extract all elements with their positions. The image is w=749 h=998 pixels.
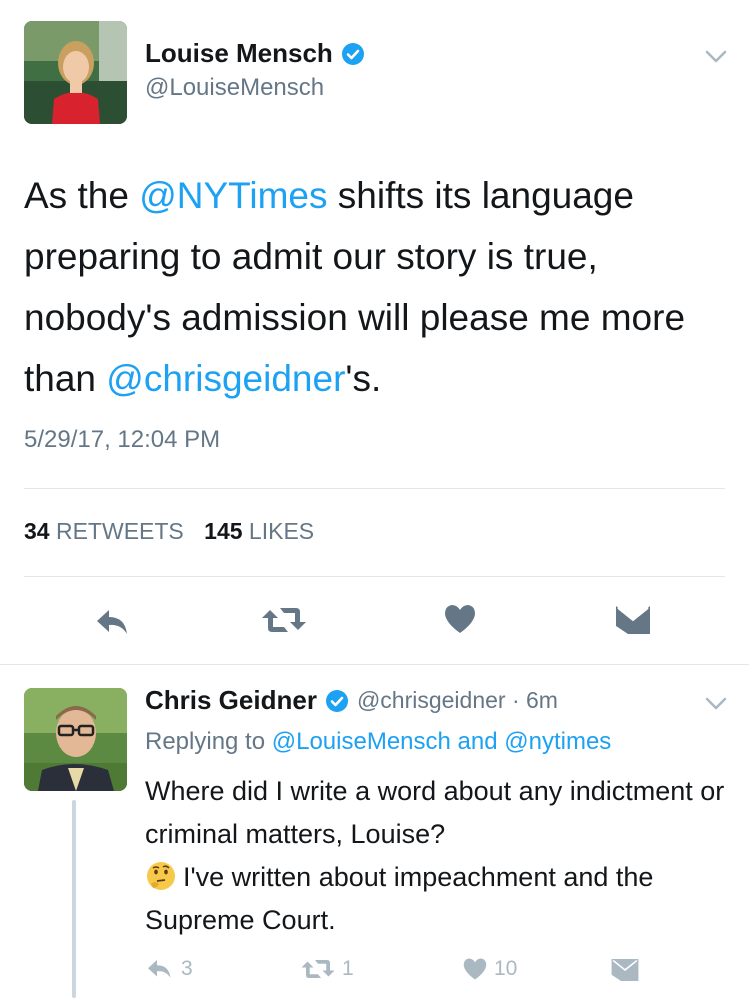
reply-retweet-action[interactable]: 1: [300, 957, 354, 981]
reply-icon[interactable]: [93, 607, 133, 637]
retweet-icon[interactable]: [260, 604, 308, 636]
reply-text-line: I've written about impeachment and the S…: [145, 862, 654, 935]
thread-line: [72, 800, 76, 998]
author-handle[interactable]: @LouiseMensch: [145, 74, 324, 102]
tweet-text: As the @NYTimes shifts its language prep…: [24, 165, 724, 409]
author-name[interactable]: Louise Mensch: [145, 38, 333, 69]
replying-to-users[interactable]: @LouiseMensch and @nytimes: [272, 728, 612, 755]
reply-retweet-count: 1: [342, 957, 354, 980]
author-name-line: Louise Mensch: [145, 38, 365, 69]
reply-like-count: 10: [494, 957, 518, 980]
chevron-down-icon[interactable]: [705, 50, 727, 64]
envelope-icon[interactable]: [614, 604, 652, 636]
tweet-text-part: 's.: [345, 358, 382, 399]
like-count[interactable]: 145: [204, 518, 242, 544]
thinking-face-emoji: [145, 860, 177, 892]
like-label[interactable]: LIKES: [249, 518, 314, 544]
chris-geidner-avatar[interactable]: [24, 688, 127, 791]
avatar-photo: [24, 21, 127, 124]
divider: [24, 488, 725, 489]
replying-to-prefix: Replying to: [145, 728, 272, 755]
divider: [0, 664, 749, 665]
replying-to: Replying to @LouiseMensch and @nytimes: [145, 728, 611, 756]
reply-author-name[interactable]: Chris Geidner: [145, 685, 317, 716]
reply-like-action[interactable]: 10: [462, 957, 517, 981]
reply-text-line-with-emoji: I've written about impeachment and the S…: [145, 856, 725, 942]
mention-link[interactable]: @chrisgeidner: [106, 358, 345, 399]
retweet-count[interactable]: 34: [24, 518, 50, 544]
reply-dm-action[interactable]: [610, 957, 640, 983]
reply-reply-action[interactable]: 3: [145, 957, 193, 981]
reply-author-line: Chris Geidner @chrisgeidner · 6m: [145, 685, 558, 716]
verified-badge-icon: [341, 42, 365, 66]
heart-icon[interactable]: [443, 603, 477, 635]
divider: [24, 576, 725, 577]
reply-count: 3: [181, 957, 193, 980]
retweet-icon: [301, 960, 335, 978]
avatar-photo: [24, 688, 127, 791]
reply-text-line: Where did I write a word about any indic…: [145, 776, 725, 849]
tweet-text-part: As the: [24, 175, 140, 216]
chevron-down-icon[interactable]: [705, 697, 727, 711]
mention-link[interactable]: @NYTimes: [139, 175, 327, 216]
retweet-label[interactable]: RETWEETS: [56, 518, 184, 544]
tweet-timestamp[interactable]: 5/29/17, 12:04 PM: [24, 426, 220, 454]
engagement-counts: 34 RETWEETS 145 LIKES: [24, 518, 314, 545]
louise-mensch-avatar[interactable]: [24, 21, 127, 124]
reply-text: Where did I write a word about any indic…: [145, 770, 725, 942]
heart-icon: [463, 958, 487, 980]
verified-badge-icon: [325, 689, 349, 713]
envelope-icon: [611, 958, 639, 982]
reply-icon: [148, 960, 171, 978]
reply-author-handle[interactable]: @chrisgeidner · 6m: [357, 687, 558, 714]
